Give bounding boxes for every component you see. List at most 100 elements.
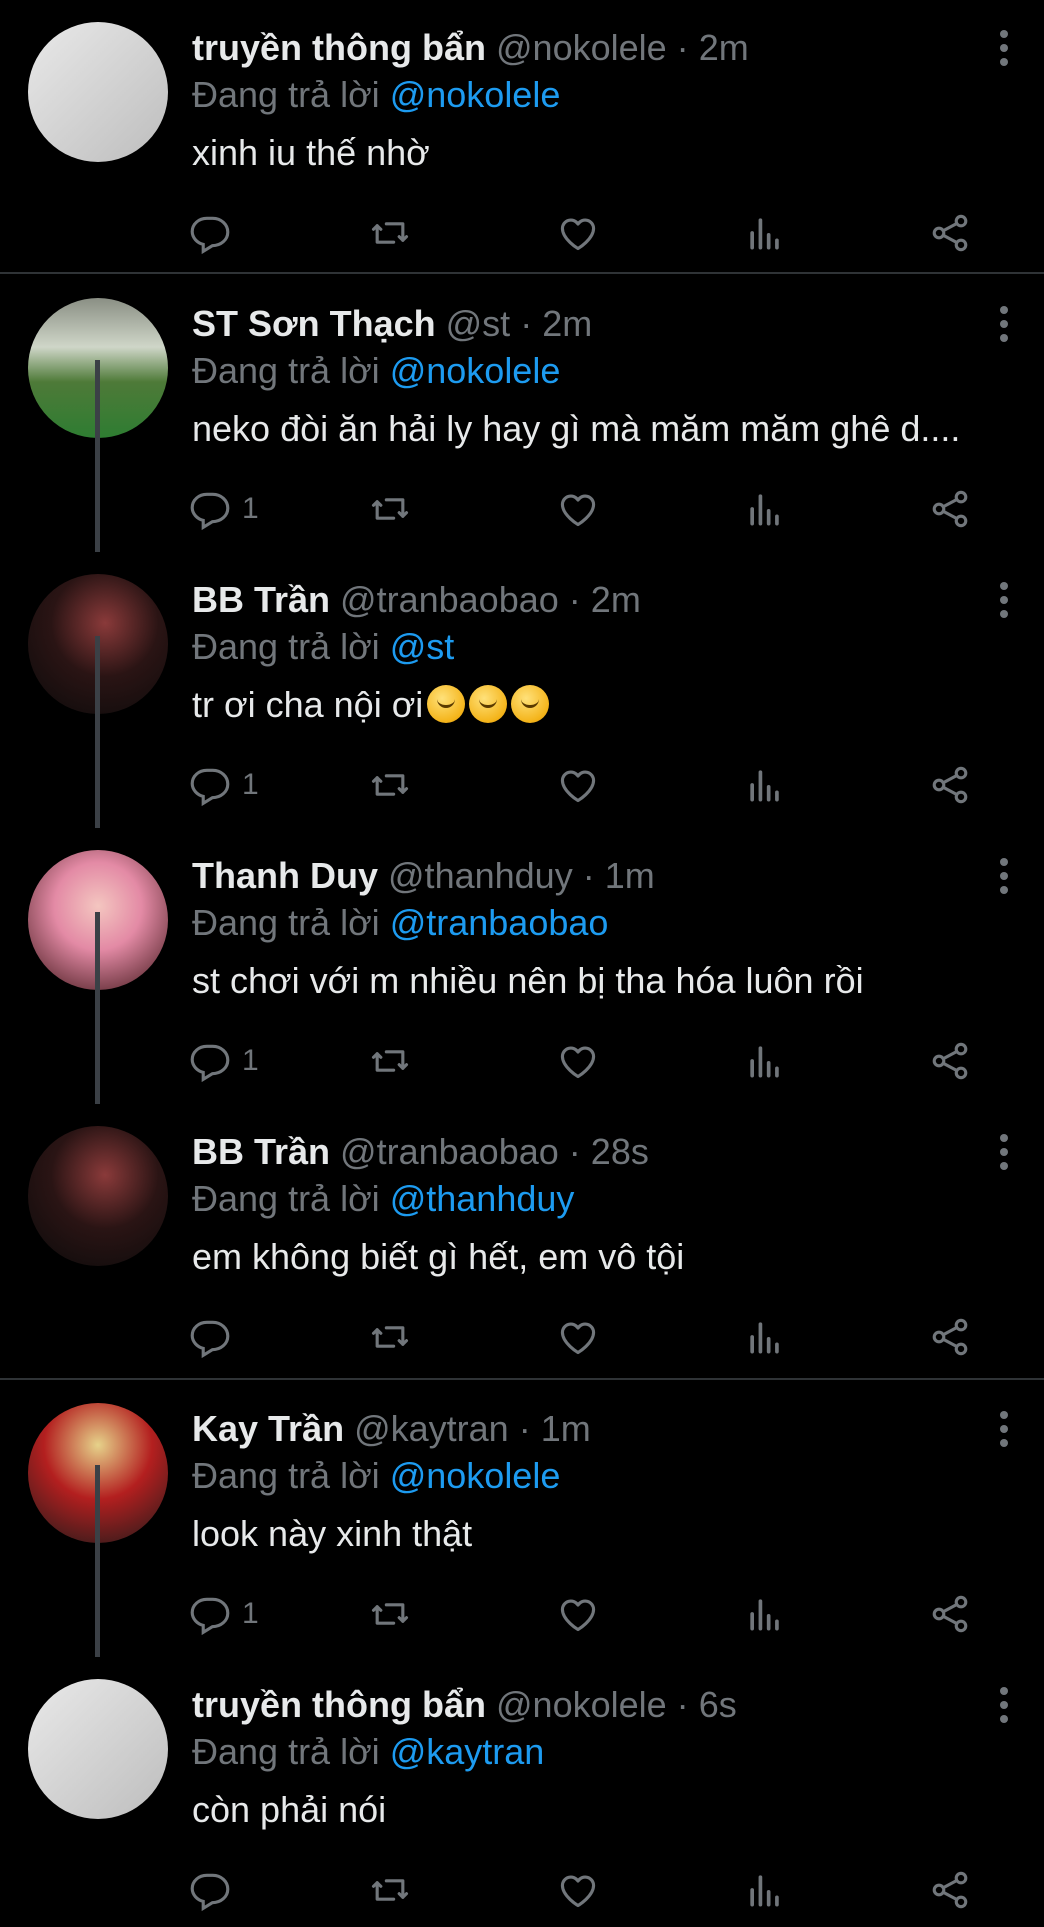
tweet-content: BB Trần @tranbaobao · 28s Đang trả lời @t… xyxy=(192,1128,1012,1281)
retweet-button[interactable] xyxy=(368,1865,412,1915)
retweet-icon xyxy=(368,1315,412,1359)
retweet-button[interactable] xyxy=(368,1036,412,1086)
like-icon xyxy=(556,1315,600,1359)
tweet-3[interactable]: BB Trần @tranbaobao · 2m Đang trả lời @st… xyxy=(0,552,1044,822)
reply-button[interactable]: 1 xyxy=(188,484,259,534)
tweet-4[interactable]: Thanh Duy @thanhduy · 1m Đang trả lời @tr… xyxy=(0,828,1044,1098)
retweet-button[interactable] xyxy=(368,1589,412,1639)
timestamp[interactable]: 2m xyxy=(699,27,749,68)
tweet-header: truyền thông bẩn @nokolele · 2m xyxy=(192,24,1012,72)
like-button[interactable] xyxy=(556,1589,600,1639)
timestamp[interactable]: 2m xyxy=(591,579,641,620)
timestamp[interactable]: 6s xyxy=(699,1684,737,1725)
like-button[interactable] xyxy=(556,1865,600,1915)
retweet-button[interactable] xyxy=(368,208,412,258)
user-handle[interactable]: @thanhduy xyxy=(388,855,573,896)
more-icon[interactable] xyxy=(998,1134,1010,1174)
reply-button[interactable]: 1 xyxy=(188,760,259,810)
mention-link[interactable]: @kaytran xyxy=(390,1731,545,1772)
share-icon xyxy=(928,487,972,531)
tweet-6[interactable]: Kay Trần @kaytran · 1m Đang trả lời @noko… xyxy=(0,1381,1044,1651)
like-button[interactable] xyxy=(556,1312,600,1362)
user-handle[interactable]: @st xyxy=(446,303,511,344)
like-button[interactable] xyxy=(556,208,600,258)
replying-to: Đang trả lời @kaytran xyxy=(192,1728,1012,1776)
share-button[interactable] xyxy=(928,208,972,258)
reply-button[interactable] xyxy=(188,208,242,258)
tweet-content: truyền thông bẩn @nokolele · 6s Đang trả … xyxy=(192,1681,1012,1834)
tweet-actions xyxy=(190,1312,992,1362)
more-icon[interactable] xyxy=(998,306,1010,346)
share-button[interactable] xyxy=(928,1865,972,1915)
share-button[interactable] xyxy=(928,1036,972,1086)
timestamp[interactable]: 28s xyxy=(591,1131,649,1172)
views-button[interactable] xyxy=(743,1589,787,1639)
share-button[interactable] xyxy=(928,484,972,534)
user-handle[interactable]: @nokolele xyxy=(496,1684,667,1725)
user-handle[interactable]: @kaytran xyxy=(354,1408,509,1449)
share-button[interactable] xyxy=(928,760,972,810)
views-button[interactable] xyxy=(743,760,787,810)
retweet-button[interactable] xyxy=(368,484,412,534)
tweet-5[interactable]: BB Trần @tranbaobao · 28s Đang trả lời @t… xyxy=(0,1104,1044,1374)
tweet-content: BB Trần @tranbaobao · 2m Đang trả lời @st… xyxy=(192,576,1012,729)
thread-connector-line xyxy=(95,1465,100,1657)
tweet-text: look này xinh thật xyxy=(192,1510,1012,1558)
user-handle[interactable]: @tranbaobao xyxy=(340,579,559,620)
mention-link[interactable]: @nokolele xyxy=(390,74,561,115)
like-button[interactable] xyxy=(556,484,600,534)
views-button[interactable] xyxy=(743,1036,787,1086)
user-handle[interactable]: @tranbaobao xyxy=(340,1131,559,1172)
tweet-7[interactable]: truyền thông bẩn @nokolele · 6s Đang trả … xyxy=(0,1657,1044,1927)
display-name[interactable]: Thanh Duy xyxy=(192,855,378,896)
share-button[interactable] xyxy=(928,1589,972,1639)
mention-link[interactable]: @nokolele xyxy=(390,1455,561,1496)
avatar[interactable] xyxy=(28,22,168,162)
retweet-icon xyxy=(368,487,412,531)
retweet-button[interactable] xyxy=(368,760,412,810)
separator-dot: · xyxy=(520,303,533,344)
share-icon xyxy=(928,1868,972,1912)
mention-link[interactable]: @st xyxy=(390,626,455,667)
display-name[interactable]: ST Sơn Thạch xyxy=(192,303,436,344)
display-name[interactable]: truyền thông bẩn xyxy=(192,27,486,68)
reply-button[interactable] xyxy=(188,1865,242,1915)
display-name[interactable]: BB Trần xyxy=(192,579,330,620)
like-button[interactable] xyxy=(556,1036,600,1086)
more-icon[interactable] xyxy=(998,1687,1010,1727)
more-icon[interactable] xyxy=(998,1411,1010,1451)
user-handle[interactable]: @nokolele xyxy=(496,27,667,68)
more-icon[interactable] xyxy=(998,30,1010,70)
views-button[interactable] xyxy=(743,484,787,534)
tweet-content: ST Sơn Thạch @st · 2m Đang trả lời @nokol… xyxy=(192,300,1012,453)
reply-button[interactable]: 1 xyxy=(188,1036,259,1086)
reply-button[interactable]: 1 xyxy=(188,1589,259,1639)
share-button[interactable] xyxy=(928,1312,972,1362)
more-icon[interactable] xyxy=(998,582,1010,622)
display-name[interactable]: BB Trần xyxy=(192,1131,330,1172)
views-button[interactable] xyxy=(743,208,787,258)
avatar[interactable] xyxy=(28,1679,168,1819)
views-button[interactable] xyxy=(743,1865,787,1915)
mention-link[interactable]: @thanhduy xyxy=(390,1178,575,1219)
tweet-1[interactable]: truyền thông bẩn @nokolele · 2m Đang trả … xyxy=(0,0,1044,270)
views-button[interactable] xyxy=(743,1312,787,1362)
replying-to-label: Đang trả lời xyxy=(192,626,380,667)
tweet-text: tr ơi cha nội ơi xyxy=(192,681,1012,729)
mention-link[interactable]: @tranbaobao xyxy=(390,902,609,943)
retweet-icon xyxy=(368,763,412,807)
timestamp[interactable]: 1m xyxy=(605,855,655,896)
display-name[interactable]: Kay Trần xyxy=(192,1408,344,1449)
more-icon[interactable] xyxy=(998,858,1010,898)
timestamp[interactable]: 2m xyxy=(542,303,592,344)
mention-link[interactable]: @nokolele xyxy=(390,350,561,391)
timestamp[interactable]: 1m xyxy=(541,1408,591,1449)
tweet-divider xyxy=(0,1378,1044,1380)
display-name[interactable]: truyền thông bẩn xyxy=(192,1684,486,1725)
retweet-button[interactable] xyxy=(368,1312,412,1362)
tweet-2[interactable]: ST Sơn Thạch @st · 2m Đang trả lời @nokol… xyxy=(0,276,1044,546)
reply-button[interactable] xyxy=(188,1312,242,1362)
avatar[interactable] xyxy=(28,1126,168,1266)
like-button[interactable] xyxy=(556,760,600,810)
tweet-divider xyxy=(0,272,1044,274)
